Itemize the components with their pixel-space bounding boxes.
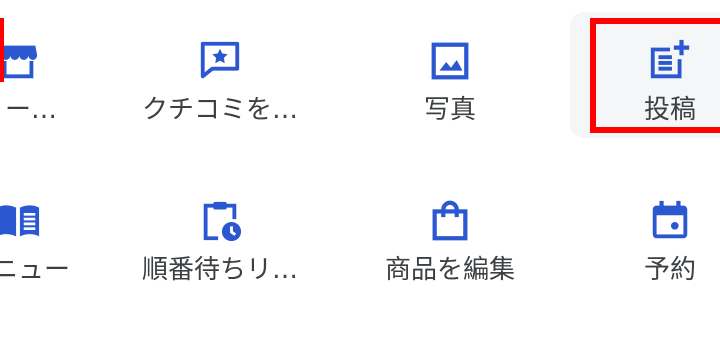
photo-icon — [431, 42, 469, 80]
tile-business-profile[interactable]: ィー… — [0, 10, 98, 140]
shopping-bag-icon — [432, 200, 468, 241]
review-star-icon — [200, 41, 240, 79]
tile-photos[interactable]: 写真 — [370, 10, 530, 140]
tile-reservations[interactable]: 予約 — [590, 170, 720, 300]
tile-edit-products-label: 商品を編集 — [384, 255, 515, 285]
annotation-highlight-box — [590, 18, 720, 133]
menu-book-icon — [0, 205, 40, 237]
tile-waitlist-label: 順番待ちリ… — [141, 255, 298, 285]
tile-edit-products[interactable]: 商品を編集 — [370, 170, 530, 300]
tile-menu[interactable]: メニュー — [0, 170, 98, 300]
storefront-icon — [0, 45, 38, 79]
tile-reviews-label: クチコミを… — [141, 95, 298, 125]
tile-menu-label: メニュー — [0, 255, 70, 285]
tile-reservations-label: 予約 — [643, 255, 696, 285]
calendar-event-icon — [652, 200, 688, 239]
annotation-highlight-box-edge — [0, 18, 4, 82]
tile-business-profile-label: ィー… — [0, 95, 57, 125]
tile-photos-label: 写真 — [423, 95, 476, 125]
tile-waitlist[interactable]: 順番待ちリ… — [140, 170, 300, 300]
tile-reviews[interactable]: クチコミを… — [140, 10, 300, 140]
waitlist-clipboard-icon — [203, 201, 242, 242]
